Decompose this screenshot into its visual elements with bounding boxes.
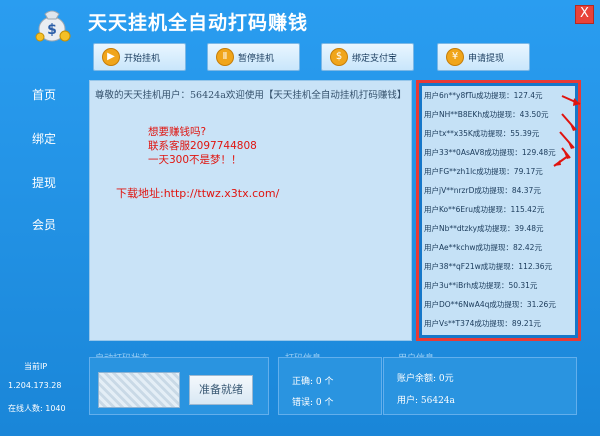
app-title: 天天挂机全自动打码赚钱	[88, 12, 309, 34]
ip-value: 1.204.173.28	[8, 381, 62, 390]
sidebar-item-withdraw[interactable]: 提现	[32, 174, 56, 191]
list-item: 用户Vs**T374成功提现：89.21元	[424, 319, 541, 328]
captcha-image	[98, 372, 180, 408]
info-panel: 尊敬的天天挂机用户：56424a欢迎使用【天天挂机全自动挂机打码赚钱】 想要赚钱…	[89, 80, 412, 341]
pause-button-label: 暂停挂机	[238, 54, 275, 64]
list-item: 用户DO**6NwA4q成功提现：31.26元	[424, 300, 556, 309]
list-item: 用户33**0AsAV8成功提现：129.48元	[424, 148, 556, 157]
moneybag-logo-icon: $	[35, 10, 71, 42]
user-id: 用户: 56424a	[397, 396, 455, 406]
sidebar-item-member[interactable]: 会员	[32, 216, 56, 233]
start-button[interactable]: ▶ 开始挂机	[93, 43, 186, 71]
list-item: 用户6n**y8fTu成功提现：127.4元	[424, 91, 543, 100]
wrong-count: 错误: 0 个	[292, 398, 334, 408]
list-item: 用户3u**iBrh成功提现：50.31元	[424, 281, 538, 290]
title-bar: $ 天天挂机全自动打码赚钱 X	[0, 0, 600, 42]
list-item: 用户tx**x35K成功提现：55.39元	[424, 129, 540, 138]
close-button[interactable]: X	[575, 5, 594, 24]
promo-line-3: 一天300不是梦！！	[148, 154, 242, 166]
bind-alipay-button[interactable]: $ 绑定支付宝	[321, 43, 414, 71]
sidebar-item-bind[interactable]: 绑定	[32, 130, 56, 147]
moneybag-icon: ¥	[446, 48, 464, 66]
pause-icon: Ⅱ	[216, 48, 234, 66]
list-item: 用户38**qF21w成功提现：112.36元	[424, 262, 553, 271]
app-window: $ 天天挂机全自动打码赚钱 X ▶ 开始挂机 Ⅱ 暂停挂机 $ 绑定支付宝 ¥ …	[0, 0, 600, 436]
svg-text:$: $	[47, 22, 57, 38]
start-button-label: 开始挂机	[124, 54, 161, 64]
withdraw-button-label: 申请提现	[468, 54, 505, 64]
list-item: 用户NH**B8EKh成功提现：43.50元	[424, 110, 549, 119]
ip-label: 当前IP	[24, 362, 48, 371]
account-balance: 账户余额: 0元	[397, 374, 454, 384]
download-link[interactable]: 下载地址:http://ttwz.x3tx.com/	[116, 185, 279, 201]
withdraw-button[interactable]: ¥ 申请提现	[437, 43, 530, 71]
online-count: 在线人数: 1040	[8, 404, 66, 413]
list-item: 用户jV**nrzrD成功提现：84.37元	[424, 186, 541, 195]
list-item: 用户FG**zh1lc成功提现：79.17元	[424, 167, 543, 176]
bind-alipay-button-label: 绑定支付宝	[352, 54, 398, 64]
list-item: 用户Ko**6Eru成功提现：115.42元	[424, 205, 545, 214]
list-item: 用户Ae**kchw成功提现：82.42元	[424, 243, 542, 252]
red-arrow-annotations	[553, 95, 581, 167]
user-info-panel	[383, 357, 577, 415]
welcome-text: 尊敬的天天挂机用户：56424a欢迎使用【天天挂机全自动挂机打码赚钱】	[95, 90, 407, 101]
list-item: 用户Nb**dtzky成功提现：39.48元	[424, 224, 544, 233]
promo-line-2: 联系客服2097744808	[148, 140, 257, 152]
promo-line-1: 想要赚钱吗?	[148, 126, 207, 138]
sidebar-item-home[interactable]: 首页	[32, 86, 56, 103]
correct-count: 正确: 0 个	[292, 377, 334, 387]
promo-text: 想要赚钱吗? 联系客服2097744808 一天300不是梦！！	[148, 125, 257, 167]
pause-button[interactable]: Ⅱ 暂停挂机	[207, 43, 300, 71]
dollar-icon: $	[330, 48, 348, 66]
play-icon: ▶	[102, 48, 120, 66]
ready-button[interactable]: 准备就绪	[189, 375, 253, 405]
